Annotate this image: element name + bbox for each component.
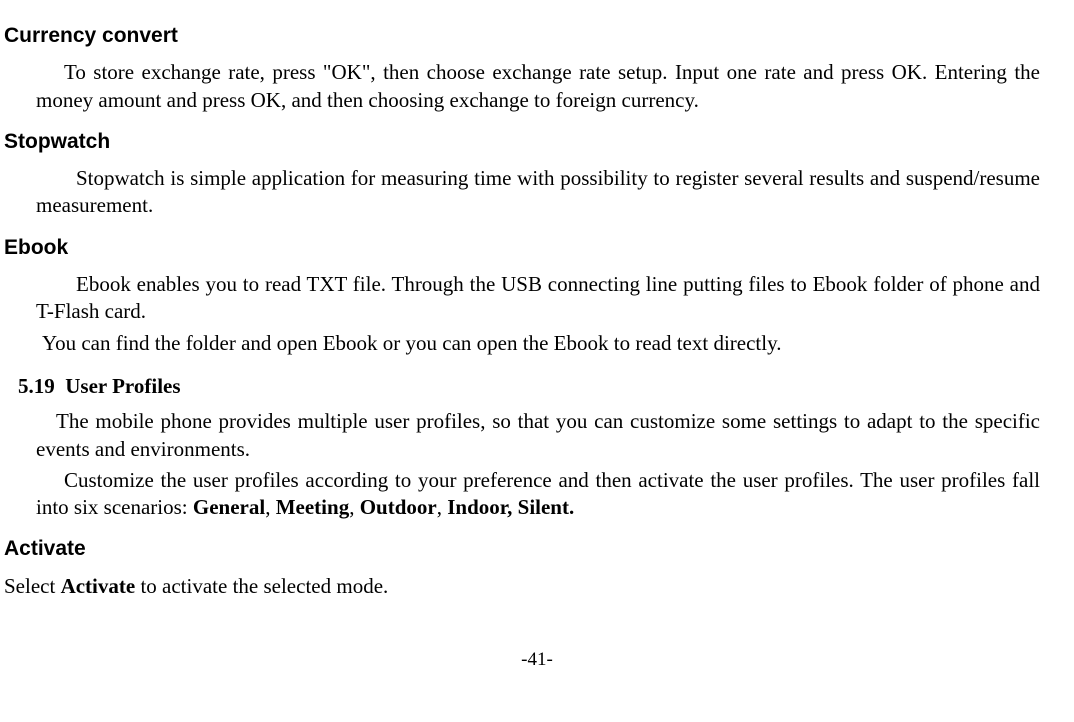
section-title-text: User Profiles (65, 374, 180, 398)
profile-general: General (193, 495, 265, 519)
profile-meeting: Meeting (276, 495, 349, 519)
comma-2: , (349, 495, 360, 519)
profile-indoor-silent: Indoor, Silent. (447, 495, 574, 519)
activate-post-text: to activate the selected mode. (135, 574, 388, 598)
ebook-paragraph-2: You can find the folder and open Ebook o… (36, 330, 1040, 357)
comma-1: , (265, 495, 276, 519)
user-profiles-paragraph-1: The mobile phone provides multiple user … (36, 408, 1040, 463)
activate-pre-text: Select (4, 574, 61, 598)
comma-3: , (437, 495, 448, 519)
section-5-19-heading: 5.19 User Profiles (18, 373, 1070, 400)
activate-heading: Activate (4, 535, 1070, 562)
profile-outdoor: Outdoor (360, 495, 437, 519)
currency-convert-heading: Currency convert (4, 22, 1070, 49)
ebook-heading: Ebook (4, 234, 1070, 261)
page-number: -41- (4, 648, 1070, 673)
ebook-paragraph-1: Ebook enables you to read TXT file. Thro… (36, 271, 1040, 326)
activate-bold-text: Activate (61, 574, 136, 598)
stopwatch-heading: Stopwatch (4, 128, 1070, 155)
section-number-text: 5.19 (18, 374, 55, 398)
activate-paragraph: Select Activate to activate the selected… (4, 573, 1070, 600)
currency-convert-paragraph: To store exchange rate, press "OK", then… (36, 59, 1040, 114)
user-profiles-paragraph-2: Customize the user profiles according to… (36, 467, 1040, 522)
stopwatch-paragraph: Stopwatch is simple application for meas… (36, 165, 1040, 220)
